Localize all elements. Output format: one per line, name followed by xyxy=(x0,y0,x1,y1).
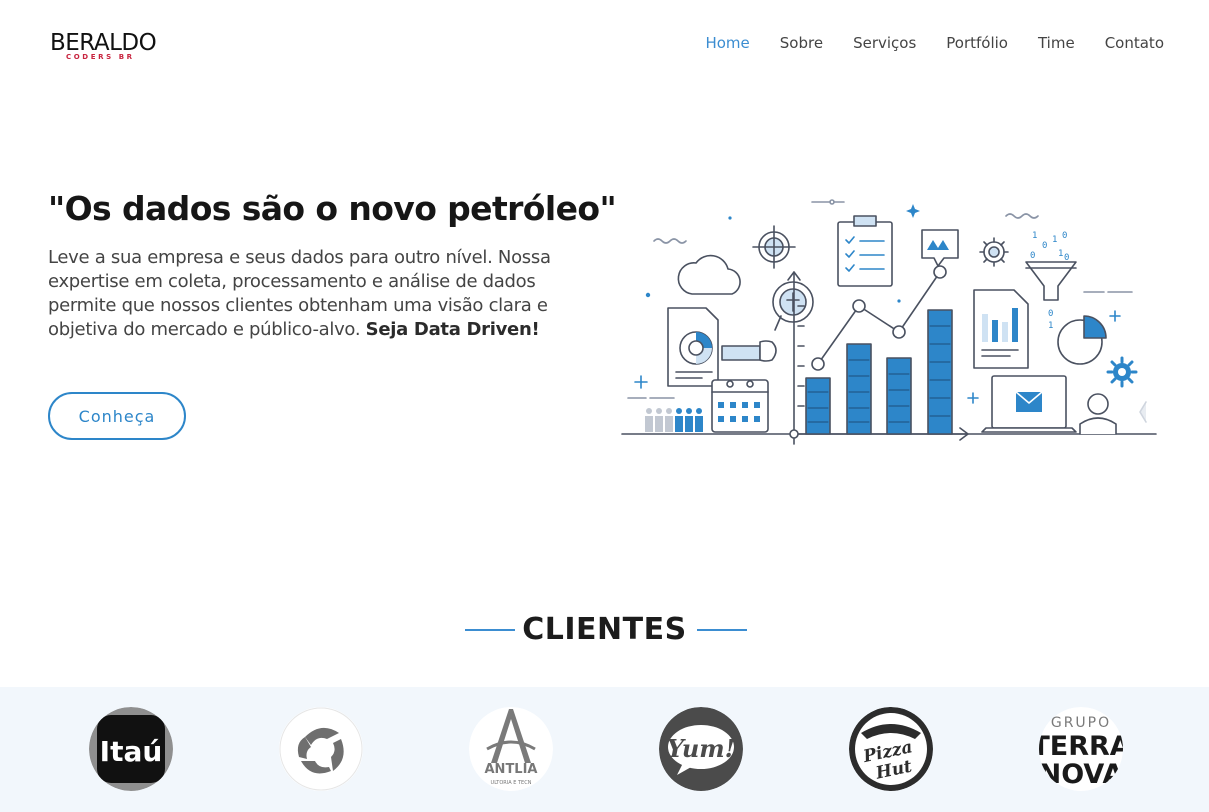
client-logo-terra-nova-line1: GRUPO xyxy=(1051,715,1111,731)
nav-item-servicos[interactable]: Serviços xyxy=(853,33,916,53)
conheca-button[interactable]: Conheça xyxy=(48,392,186,440)
nav-item-time[interactable]: Time xyxy=(1038,33,1075,53)
svg-text:1: 1 xyxy=(1052,235,1057,245)
client-logo-pizza-hut[interactable]: Pizza Hut xyxy=(849,707,933,791)
client-logo-yum[interactable]: Yum! xyxy=(659,707,743,791)
svg-text:1: 1 xyxy=(1058,249,1063,259)
client-logo-antlia[interactable]: ANTLIA ULTORIA E TECN xyxy=(469,707,553,791)
svg-text:0: 0 xyxy=(1048,309,1053,319)
clients-title-line-right xyxy=(697,629,747,631)
main-nav: Home Sobre Serviços Portfólio Time Conta… xyxy=(705,33,1164,53)
client-logo-antlia-text: ANTLIA xyxy=(485,762,538,777)
hero-title: "Os dados são o novo petróleo" xyxy=(48,189,617,228)
client-logo-itau[interactable]: Itaú xyxy=(89,707,173,791)
nav-item-contato[interactable]: Contato xyxy=(1105,33,1164,53)
site-header: BERALDO CODERS BR Home Sobre Serviços Po… xyxy=(0,0,1209,88)
client-logo-terra-nova[interactable]: GRUPO TERRA NOVA xyxy=(1039,707,1123,791)
hero-description-bold: Seja Data Driven! xyxy=(365,319,540,340)
svg-text:1: 1 xyxy=(1032,231,1037,241)
svg-text:1: 1 xyxy=(1048,321,1053,331)
clients-title: CLIENTES xyxy=(522,612,687,647)
brand-logo[interactable]: BERALDO CODERS BR xyxy=(50,30,170,64)
svg-text:0: 0 xyxy=(1030,251,1035,261)
brand-logo-tagline: CODERS BR xyxy=(66,53,135,61)
svg-text:0: 0 xyxy=(1042,241,1047,251)
client-logo-antlia-subtext: ULTORIA E TECN xyxy=(491,780,532,786)
clients-logo-band xyxy=(0,687,1209,812)
client-logo-itau-text: Itaú xyxy=(100,735,163,768)
hero-description: Leve a sua empresa e seus dados para out… xyxy=(48,246,593,342)
svg-text:0: 0 xyxy=(1062,231,1067,241)
client-logo-2[interactable] xyxy=(279,707,363,791)
nav-item-home[interactable]: Home xyxy=(705,33,749,53)
nav-item-portfolio[interactable]: Portfólio xyxy=(946,33,1008,53)
nav-item-sobre[interactable]: Sobre xyxy=(780,33,823,53)
clients-section-header: CLIENTES xyxy=(0,609,1209,651)
data-analytics-illustration: 101 0 010 01 xyxy=(621,199,1157,445)
client-logo-terra-nova-line2: TERRA xyxy=(1039,731,1123,762)
client-logo-yum-text: Yum! xyxy=(667,734,735,763)
